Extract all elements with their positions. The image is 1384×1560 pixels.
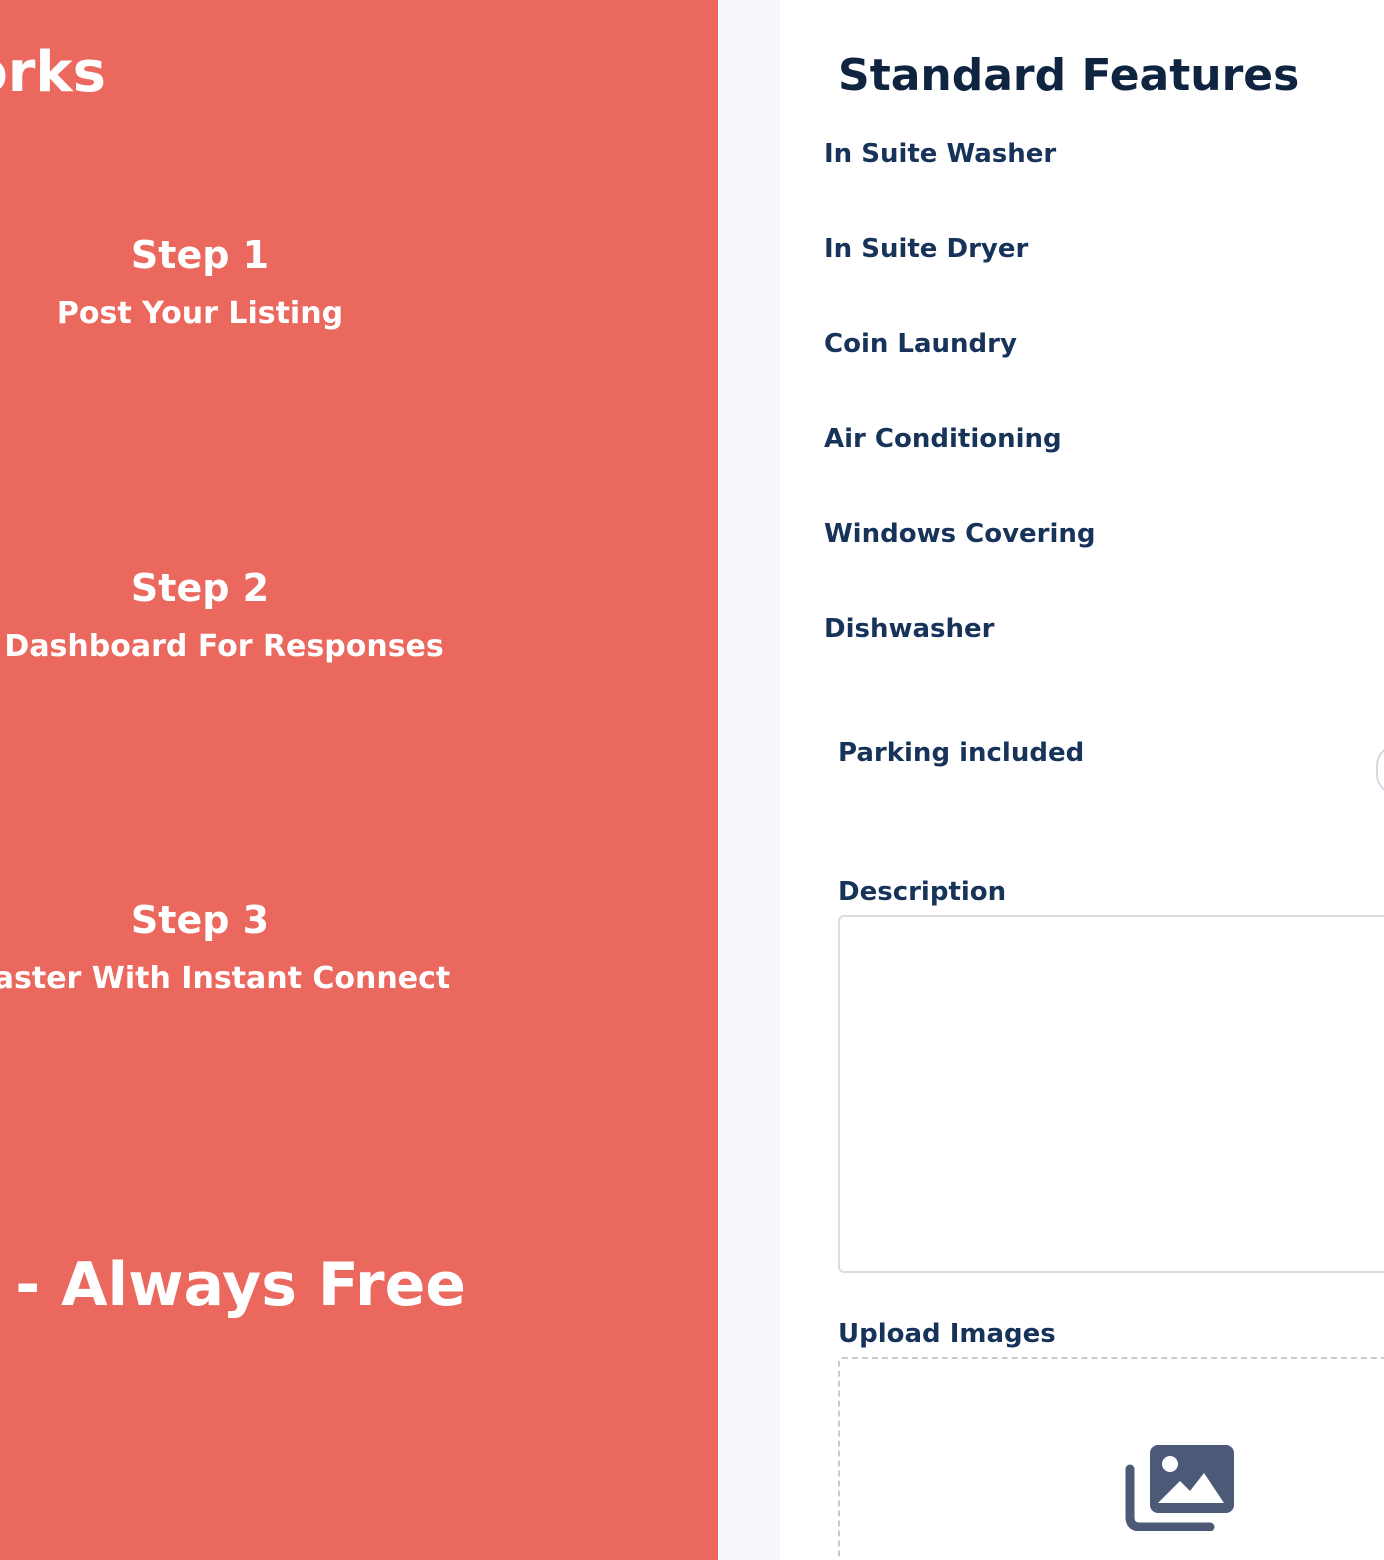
step-title: Step 2	[130, 566, 270, 610]
step-2: Step 2 ck Dashboard For Responses	[0, 563, 550, 667]
how-it-works-heading: orks	[0, 40, 106, 105]
feature-in-suite-washer[interactable]: In Suite Washer	[824, 139, 1056, 169]
description-textarea[interactable]	[838, 915, 1384, 1273]
upload-images-label: Upload Images	[838, 1319, 1056, 1349]
listing-form: Standard Features In Suite Washer In Sui…	[780, 0, 1384, 1560]
feature-air-conditioning[interactable]: Air Conditioning	[824, 424, 1062, 454]
step-subtitle: r Faster With Instant Connect	[0, 961, 451, 996]
parking-included-label: Parking included	[838, 738, 1085, 768]
upload-dropzone[interactable]	[838, 1357, 1384, 1560]
panel-gutter	[718, 0, 780, 1560]
step-3: Step 3 r Faster With Instant Connect	[0, 895, 550, 999]
feature-in-suite-dryer[interactable]: In Suite Dryer	[824, 234, 1028, 264]
feature-windows-covering[interactable]: Windows Covering	[824, 519, 1096, 549]
parking-toggle[interactable]	[1376, 744, 1384, 796]
step-title: Step 1	[130, 233, 270, 277]
standard-features-title: Standard Features	[838, 50, 1300, 101]
step-subtitle: ck Dashboard For Responses	[0, 629, 444, 664]
feature-coin-laundry[interactable]: Coin Laundry	[824, 329, 1017, 359]
always-free-banner: ngs - Always Free	[0, 1250, 466, 1320]
step-title: Step 3	[130, 898, 270, 942]
images-icon[interactable]	[1124, 1443, 1236, 1531]
how-it-works-panel: orks Step 1 Post Your Listing Step 2 ck …	[0, 0, 718, 1560]
step-subtitle: Post Your Listing	[56, 296, 344, 331]
feature-dishwasher[interactable]: Dishwasher	[824, 614, 995, 644]
description-label: Description	[838, 877, 1007, 907]
step-1: Step 1 Post Your Listing	[0, 230, 550, 334]
